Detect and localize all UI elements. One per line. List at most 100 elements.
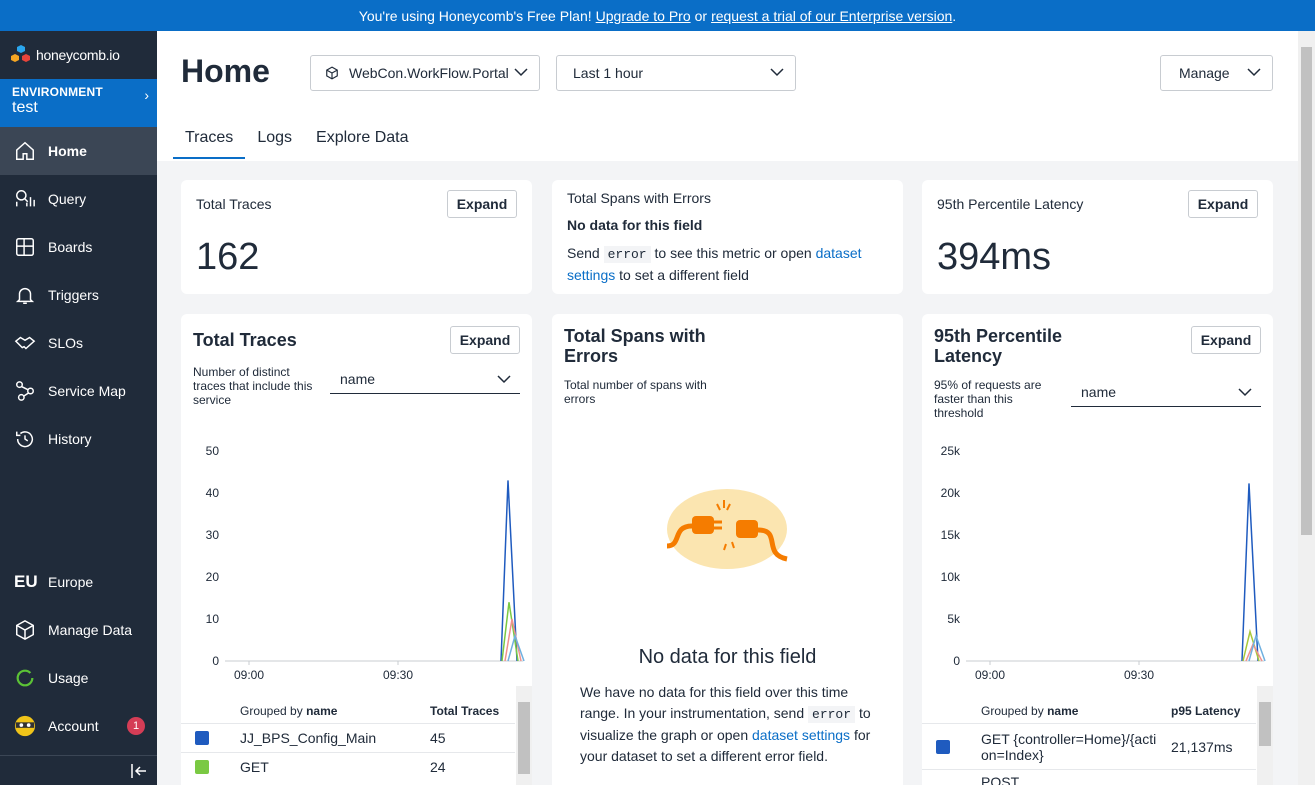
table-scrollbar[interactable] — [1257, 686, 1273, 785]
table-row[interactable]: POST — [922, 769, 1256, 785]
table-row[interactable]: GET 24 — [181, 752, 515, 781]
sidebar-item-usage[interactable]: Usage — [0, 654, 157, 702]
y-tick-label: 5k — [947, 612, 961, 626]
summary-label: 95th Percentile Latency — [937, 196, 1084, 212]
table-row[interactable]: JJ_BPS_Config_Main 45 — [181, 723, 515, 752]
summary-label: Total Spans with Errors — [567, 190, 711, 206]
avatar-icon — [14, 715, 36, 737]
series-swatch — [195, 760, 209, 774]
expand-button[interactable]: Expand — [1191, 326, 1261, 354]
sidebar-item-label: SLOs — [48, 335, 84, 351]
banner-period: . — [952, 7, 957, 24]
row-value: 24 — [430, 759, 446, 775]
x-tick-label: 09:00 — [975, 668, 1005, 679]
upgrade-link[interactable]: Upgrade to Pro — [596, 8, 691, 24]
collapse-sidebar-button[interactable] — [0, 755, 157, 785]
empty-state-title: No data for this field — [638, 646, 817, 668]
cube-icon — [16, 619, 34, 641]
sidebar-item-boards[interactable]: Boards — [0, 223, 157, 271]
table-row[interactable]: GET {controller=Home}/{action=Index} 21,… — [922, 723, 1256, 769]
y-tick-label: 50 — [206, 444, 220, 458]
eu-icon: EU — [14, 572, 38, 591]
sidebar-item-service-map[interactable]: Service Map — [0, 367, 157, 415]
chevron-down-icon — [1238, 388, 1252, 397]
environment-label: ENVIRONMENT — [12, 85, 103, 99]
y-tick-label: 25k — [941, 444, 961, 458]
summary-spans-errors: Total Spans with Errors No data for this… — [552, 180, 903, 294]
sidebar-bottom: EU Europe Manage Data Usage Account 1 — [0, 558, 157, 750]
tab-bar: Traces Logs Explore Data — [173, 127, 421, 159]
sidebar-item-europe[interactable]: EU Europe — [0, 558, 157, 606]
scrollbar-thumb[interactable] — [1259, 702, 1271, 746]
sidebar-item-label: Usage — [48, 670, 89, 686]
table-header-metric: Total Traces — [430, 704, 500, 718]
service-map-icon — [16, 381, 34, 401]
group-by-select[interactable]: name — [1071, 377, 1261, 407]
error-code: error — [603, 246, 651, 263]
traces-panel: Total Traces Expand Number of distinct t… — [181, 314, 532, 785]
sidebar-item-history[interactable]: History — [0, 415, 157, 463]
summary-total-traces: Total Traces Expand 162 — [181, 180, 532, 294]
page-scrollbar[interactable] — [1298, 31, 1315, 785]
time-range-select[interactable]: Last 1 hour — [556, 55, 796, 91]
errors-panel: Total Spans with Errors Total number of … — [552, 314, 903, 785]
chevron-down-icon — [497, 375, 511, 384]
chevron-down-icon — [770, 68, 784, 77]
logo[interactable]: honeycomb.io — [0, 31, 157, 79]
sidebar-item-slos[interactable]: SLOs — [0, 319, 157, 367]
sidebar-item-label: Manage Data — [48, 622, 133, 638]
sidebar-item-home[interactable]: Home — [0, 127, 157, 175]
no-data-message: Send error to see this metric or open da… — [567, 243, 887, 285]
tab-traces[interactable]: Traces — [173, 127, 246, 159]
empty-state-message: We have no data for this field over this… — [580, 682, 880, 767]
cube-icon — [326, 66, 338, 80]
row-name: JJ_BPS_Config_Main — [240, 730, 377, 746]
dataset-select-value: WebCon.WorkFlow.Portal — [349, 65, 509, 81]
summary-latency: 95th Percentile Latency Expand 394ms — [922, 180, 1273, 294]
series-line — [504, 618, 522, 662]
usage-ring-icon — [16, 669, 34, 687]
sidebar-item-account[interactable]: Account 1 — [0, 702, 157, 750]
history-icon — [16, 431, 33, 448]
sidebar-item-query[interactable]: Query — [0, 175, 157, 223]
sidebar-item-label: Home — [48, 143, 87, 159]
banner-text: You're using Honeycomb's Free Plan! — [358, 7, 592, 24]
sidebar-item-label: Boards — [48, 239, 93, 255]
sidebar-item-manage-data[interactable]: Manage Data — [0, 606, 157, 654]
series-swatch — [936, 739, 950, 754]
logo-text: honeycomb.io — [36, 47, 120, 63]
notification-badge: 1 — [127, 717, 145, 735]
manage-select[interactable]: Manage — [1160, 55, 1273, 91]
environment-selector[interactable]: ENVIRONMENT test › — [0, 79, 157, 127]
panel-title: Total Traces — [193, 330, 297, 350]
page-scrollbar-thumb[interactable] — [1301, 47, 1312, 535]
panel-description: Total number of spans with errors — [564, 378, 707, 406]
traces-chart: 50 40 30 20 10 0 09:00 09:30 — [206, 444, 525, 679]
y-tick-label: 40 — [206, 486, 220, 500]
y-tick-label: 0 — [212, 654, 219, 668]
dataset-select[interactable]: WebCon.WorkFlow.Portal — [310, 55, 540, 91]
tab-explore-data[interactable]: Explore Data — [304, 127, 421, 159]
panel-description: Number of distinct traces that include t… — [193, 365, 313, 407]
dataset-settings-link[interactable]: dataset settings — [752, 727, 850, 743]
expand-button[interactable]: Expand — [447, 190, 517, 218]
scrollbar-thumb[interactable] — [518, 702, 530, 774]
tab-logs[interactable]: Logs — [245, 127, 304, 159]
x-tick-label: 09:30 — [383, 668, 413, 679]
group-by-select[interactable]: name — [330, 364, 520, 394]
bell-icon — [15, 287, 35, 304]
y-tick-label: 0 — [953, 654, 960, 668]
error-code: error — [808, 706, 856, 723]
trial-link[interactable]: request a trial of our Enterprise versio… — [711, 8, 952, 24]
table-scrollbar[interactable] — [516, 686, 532, 785]
series-swatch — [195, 731, 209, 745]
sidebar: honeycomb.io ENVIRONMENT test › Home Que… — [0, 31, 157, 785]
row-value: 45 — [430, 730, 446, 746]
table-header-grouped: Grouped by name — [240, 704, 338, 718]
expand-button[interactable]: Expand — [450, 326, 520, 354]
sidebar-item-triggers[interactable]: Triggers — [0, 271, 157, 319]
expand-button[interactable]: Expand — [1188, 190, 1258, 218]
row-name: GET {controller=Home}/{action=Index} — [981, 730, 1157, 763]
summary-value: 394ms — [937, 236, 1052, 278]
collapse-left-icon — [131, 764, 146, 778]
